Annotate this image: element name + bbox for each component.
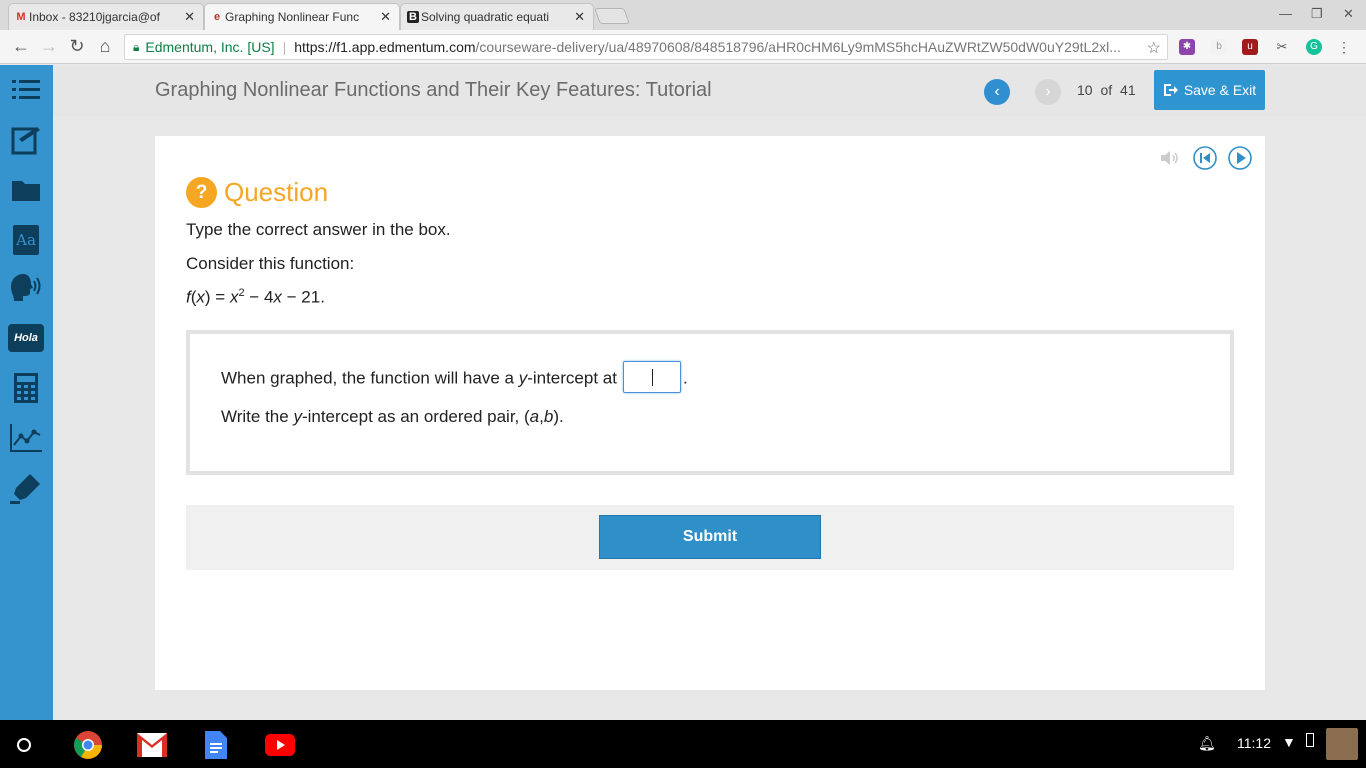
submit-button[interactable]: Submit: [599, 515, 821, 559]
answer-panel: When graphed, the function will have a y…: [186, 330, 1234, 475]
highlighter-icon[interactable]: [8, 470, 44, 506]
graph-icon[interactable]: [8, 420, 44, 456]
lesson-header: Graphing Nonlinear Functions and Their K…: [53, 65, 1366, 116]
folder-icon[interactable]: [8, 172, 44, 208]
chrome-icon[interactable]: [73, 730, 103, 760]
battery-icon[interactable]: [1306, 733, 1314, 747]
instruction-text: Type the correct answer in the box.: [186, 220, 451, 239]
os-taskbar: 🔔︎ 11:12 ▼: [0, 720, 1366, 768]
gmail-icon: M: [16, 11, 26, 23]
extension-puzzle-icon[interactable]: ✱: [1179, 39, 1195, 55]
gmail-app-icon[interactable]: [137, 730, 167, 760]
speech-icon[interactable]: [8, 270, 44, 306]
close-icon[interactable]: ✕: [574, 9, 585, 25]
lock-icon: 🔒︎: [133, 39, 140, 54]
notification-icon[interactable]: 🔔︎: [1198, 735, 1216, 752]
play-audio-icon[interactable]: [1228, 146, 1252, 170]
youtube-icon[interactable]: [265, 730, 295, 760]
docs-icon[interactable]: [201, 730, 231, 760]
wifi-icon[interactable]: ▼: [1282, 734, 1296, 750]
calculator-icon[interactable]: [8, 370, 44, 406]
function-expression: f(x) = x2 − 4x − 21.: [186, 287, 325, 307]
chevron-right-icon: ›: [1045, 83, 1051, 100]
back-icon[interactable]: ←: [10, 36, 32, 57]
close-icon[interactable]: ✕: [380, 9, 391, 25]
avatar[interactable]: [1326, 728, 1358, 760]
tool-sidebar: Aa Hola: [0, 65, 53, 720]
tab-edmentum[interactable]: e Graphing Nonlinear Func ✕: [204, 3, 400, 30]
page-title: Graphing Nonlinear Functions and Their K…: [155, 79, 712, 101]
browser-tab-bar: M Inbox - 83210jgarcia@of ✕ e Graphing N…: [0, 0, 1366, 30]
list-icon[interactable]: [8, 72, 44, 108]
tab-label: Inbox - 83210jgarcia@of: [29, 10, 160, 24]
browser-menu-icon[interactable]: ⋮: [1336, 39, 1352, 55]
bookmark-star-icon[interactable]: ☆: [1147, 38, 1161, 58]
launcher-icon[interactable]: [9, 730, 39, 760]
home-icon[interactable]: ⌂: [94, 36, 116, 57]
extension-b-icon[interactable]: b: [1211, 39, 1227, 55]
chevron-left-icon: ‹: [994, 83, 1000, 100]
dictionary-icon[interactable]: Aa: [8, 222, 44, 258]
next-page-button[interactable]: ›: [1035, 79, 1061, 105]
browser-toolbar: ← → ↻ ⌂ 🔒︎ Edmentum, Inc. [US] | https:/…: [0, 30, 1366, 64]
edmentum-icon: e: [213, 11, 221, 23]
tab-label: Solving quadratic equati: [421, 10, 550, 24]
extension-ublock-icon[interactable]: u: [1242, 39, 1258, 55]
prompt-line: When graphed, the function will have a y…: [221, 361, 688, 395]
new-tab-button[interactable]: [594, 8, 630, 24]
speaker-icon[interactable]: [1158, 146, 1182, 170]
url-path: /courseware-delivery/ua/48970608/8485187…: [475, 39, 1121, 55]
exit-icon: [1163, 84, 1178, 96]
content-area: ? Question Type the correct answer in th…: [53, 116, 1366, 720]
question-title: Question: [224, 177, 329, 207]
close-icon[interactable]: ✕: [184, 9, 195, 25]
url-host: https://f1.app.edmentum.com: [294, 39, 476, 55]
forward-icon[interactable]: →: [38, 36, 60, 57]
window-close-icon[interactable]: ✕: [1343, 6, 1354, 22]
consider-text: Consider this function:: [186, 254, 355, 273]
clock: 11:12: [1237, 735, 1271, 751]
site-identity: Edmentum, Inc. [US]: [145, 39, 275, 55]
page-counter: 10 of 41: [1077, 82, 1136, 98]
tab-brainly[interactable]: B Solving quadratic equati ✕: [400, 3, 594, 30]
save-exit-button[interactable]: Save & Exit: [1154, 70, 1265, 110]
translate-icon[interactable]: Hola: [8, 320, 44, 356]
extension-tools-icon[interactable]: ✂: [1274, 39, 1290, 55]
previous-page-button[interactable]: ‹: [984, 79, 1010, 105]
reload-icon[interactable]: ↻: [66, 36, 88, 57]
tab-label: Graphing Nonlinear Func: [225, 10, 360, 24]
brainly-icon: B: [407, 11, 419, 23]
question-card: ? Question Type the correct answer in th…: [155, 136, 1265, 690]
submit-bar: Submit: [186, 505, 1234, 570]
grammarly-icon[interactable]: G: [1306, 39, 1322, 55]
restore-icon[interactable]: ❐: [1311, 6, 1323, 22]
question-mark-icon: ?: [186, 177, 217, 208]
restart-audio-icon[interactable]: [1193, 146, 1217, 170]
minimize-icon[interactable]: —: [1279, 6, 1292, 21]
question-header: ? Question: [186, 177, 328, 208]
answer-input[interactable]: [622, 361, 681, 393]
address-bar[interactable]: 🔒︎ Edmentum, Inc. [US] | https://f1.app.…: [124, 34, 1168, 60]
tab-gmail[interactable]: M Inbox - 83210jgarcia@of ✕: [8, 3, 204, 30]
format-hint: Write the y-intercept as an ordered pair…: [221, 407, 564, 426]
notes-icon[interactable]: [8, 122, 44, 158]
